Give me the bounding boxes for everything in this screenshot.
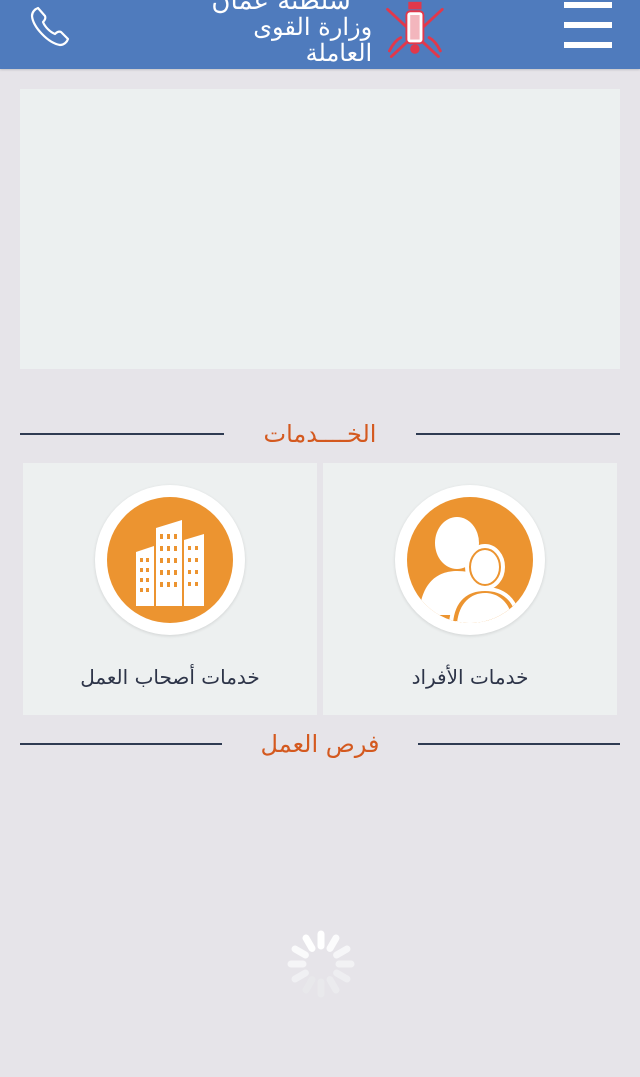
banner-slider[interactable]: [20, 89, 620, 369]
oman-emblem-icon: [386, 1, 444, 58]
menu-bar: [564, 42, 612, 48]
hamburger-menu-icon[interactable]: [564, 0, 612, 50]
menu-bar: [564, 22, 612, 28]
app-header: سلطنة عمان وزارة القوى العاملة: [0, 0, 640, 69]
icon-circle: [395, 485, 545, 635]
ministry-logo[interactable]: سلطنة عمان وزارة القوى العاملة: [190, 0, 450, 66]
buildings-icon: [107, 497, 233, 623]
divider-line: [20, 743, 222, 745]
services-heading: الخــــدمات: [263, 420, 377, 448]
people-icon: [407, 497, 533, 623]
divider-line: [418, 743, 620, 745]
loading-spinner-icon: [287, 930, 355, 998]
logo-text: سلطنة عمان وزارة القوى العاملة: [190, 0, 372, 66]
logo-line-2: وزارة القوى العاملة: [253, 13, 373, 67]
jobs-section-title: فرص العمل: [20, 729, 620, 759]
services-grid: خدمات أصحاب العمل خدمات الأفراد: [23, 463, 617, 715]
employer-services-label: خدمات أصحاب العمل: [80, 665, 260, 689]
individual-services-card[interactable]: خدمات الأفراد: [323, 463, 617, 715]
divider-line: [20, 433, 224, 435]
jobs-heading: فرص العمل: [260, 730, 380, 758]
individual-services-label: خدمات الأفراد: [411, 665, 529, 689]
phone-icon[interactable]: [26, 2, 76, 50]
divider-line: [416, 433, 620, 435]
employer-services-card[interactable]: خدمات أصحاب العمل: [23, 463, 317, 715]
menu-bar: [564, 2, 612, 8]
icon-circle: [95, 485, 245, 635]
services-section-title: الخــــدمات: [20, 419, 620, 449]
